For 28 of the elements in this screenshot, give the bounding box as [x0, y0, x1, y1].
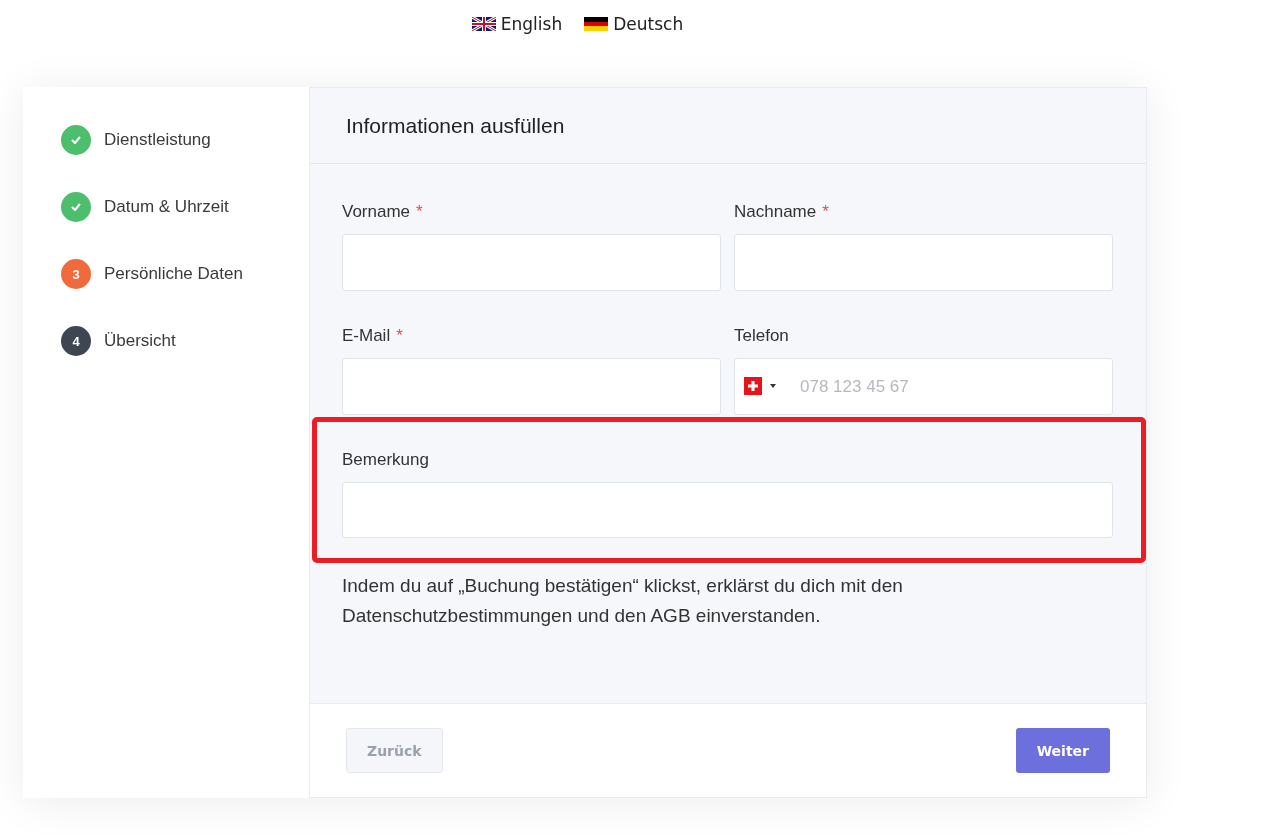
- input-field[interactable]: [734, 234, 1113, 291]
- required-mark: *: [822, 202, 829, 222]
- phone-field[interactable]: 078 123 45 67: [734, 358, 1113, 415]
- step-label[interactable]: Übersicht: [104, 331, 176, 351]
- next-button[interactable]: Weiter: [1015, 728, 1110, 773]
- input-field[interactable]: [342, 482, 1113, 538]
- input-field[interactable]: [342, 358, 721, 415]
- step-label[interactable]: Dienstleistung: [104, 130, 211, 150]
- check-icon: [70, 201, 82, 213]
- language-link[interactable]: Deutsch: [584, 11, 684, 37]
- check-icon: [70, 134, 82, 146]
- step-label[interactable]: Persönliche Daten: [104, 264, 243, 284]
- step-badge: 4: [61, 326, 91, 356]
- required-mark: *: [416, 202, 423, 222]
- form-title: Informationen ausfüllen: [346, 113, 565, 138]
- field-label: E-Mail: [342, 326, 391, 346]
- language-link[interactable]: English: [471, 11, 563, 37]
- field-label: Vorname: [342, 202, 411, 222]
- input-field[interactable]: [342, 234, 721, 291]
- required-mark: *: [396, 326, 403, 346]
- consent-text: Indem du auf „Buchung bestätigen“ klickst, erklärst du dich mit den Datenschutzbestimmungen und den AGB einverstanden.: [342, 574, 904, 628]
- field-label: Telefon: [734, 326, 789, 346]
- step-label[interactable]: Datum & Uhrzeit: [104, 197, 229, 217]
- field-label: Bemerkung: [342, 450, 429, 470]
- step-badge: 3: [61, 259, 91, 289]
- field-label: Nachname: [734, 202, 817, 222]
- flag-icon: [584, 17, 609, 31]
- flag-icon: [471, 17, 496, 31]
